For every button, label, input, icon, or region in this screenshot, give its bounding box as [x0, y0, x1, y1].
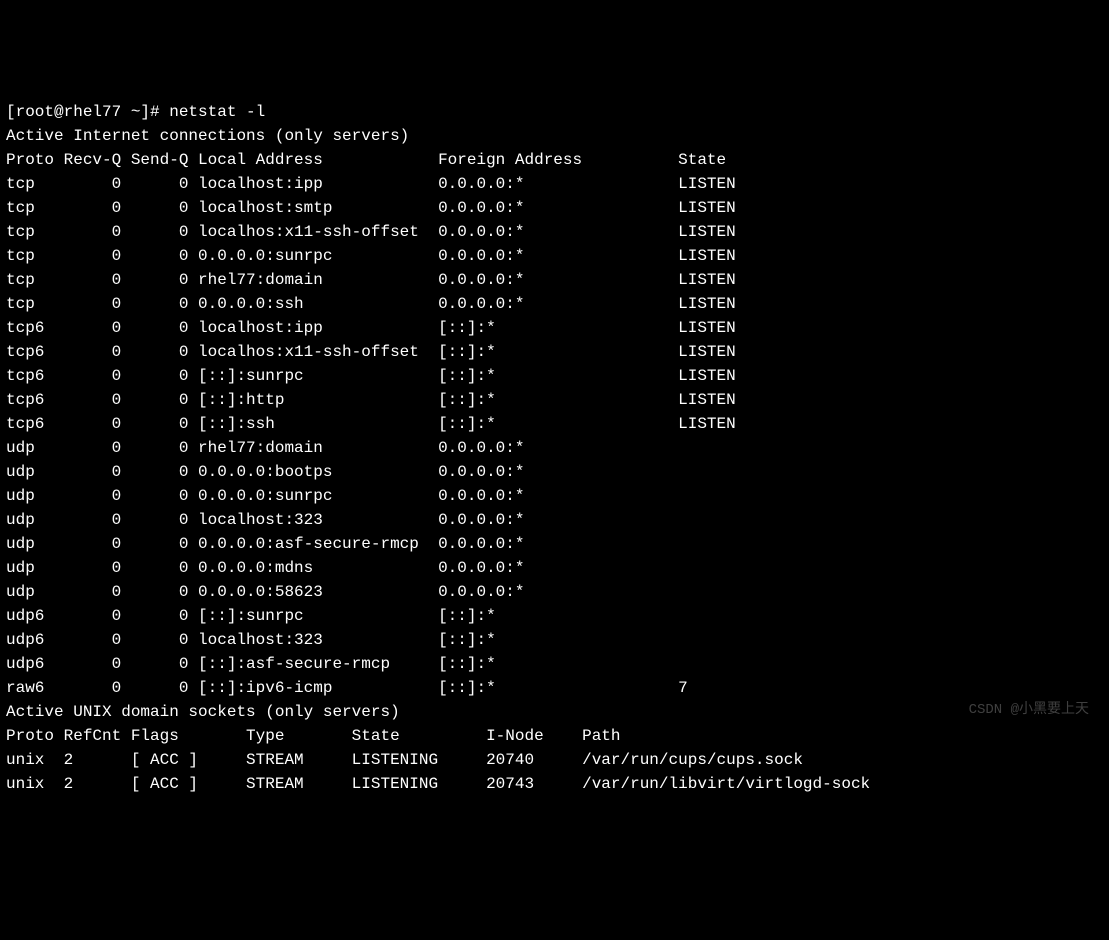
terminal-output[interactable]: [root@rhel77 ~]# netstat -l Active Inter… — [6, 100, 1103, 796]
